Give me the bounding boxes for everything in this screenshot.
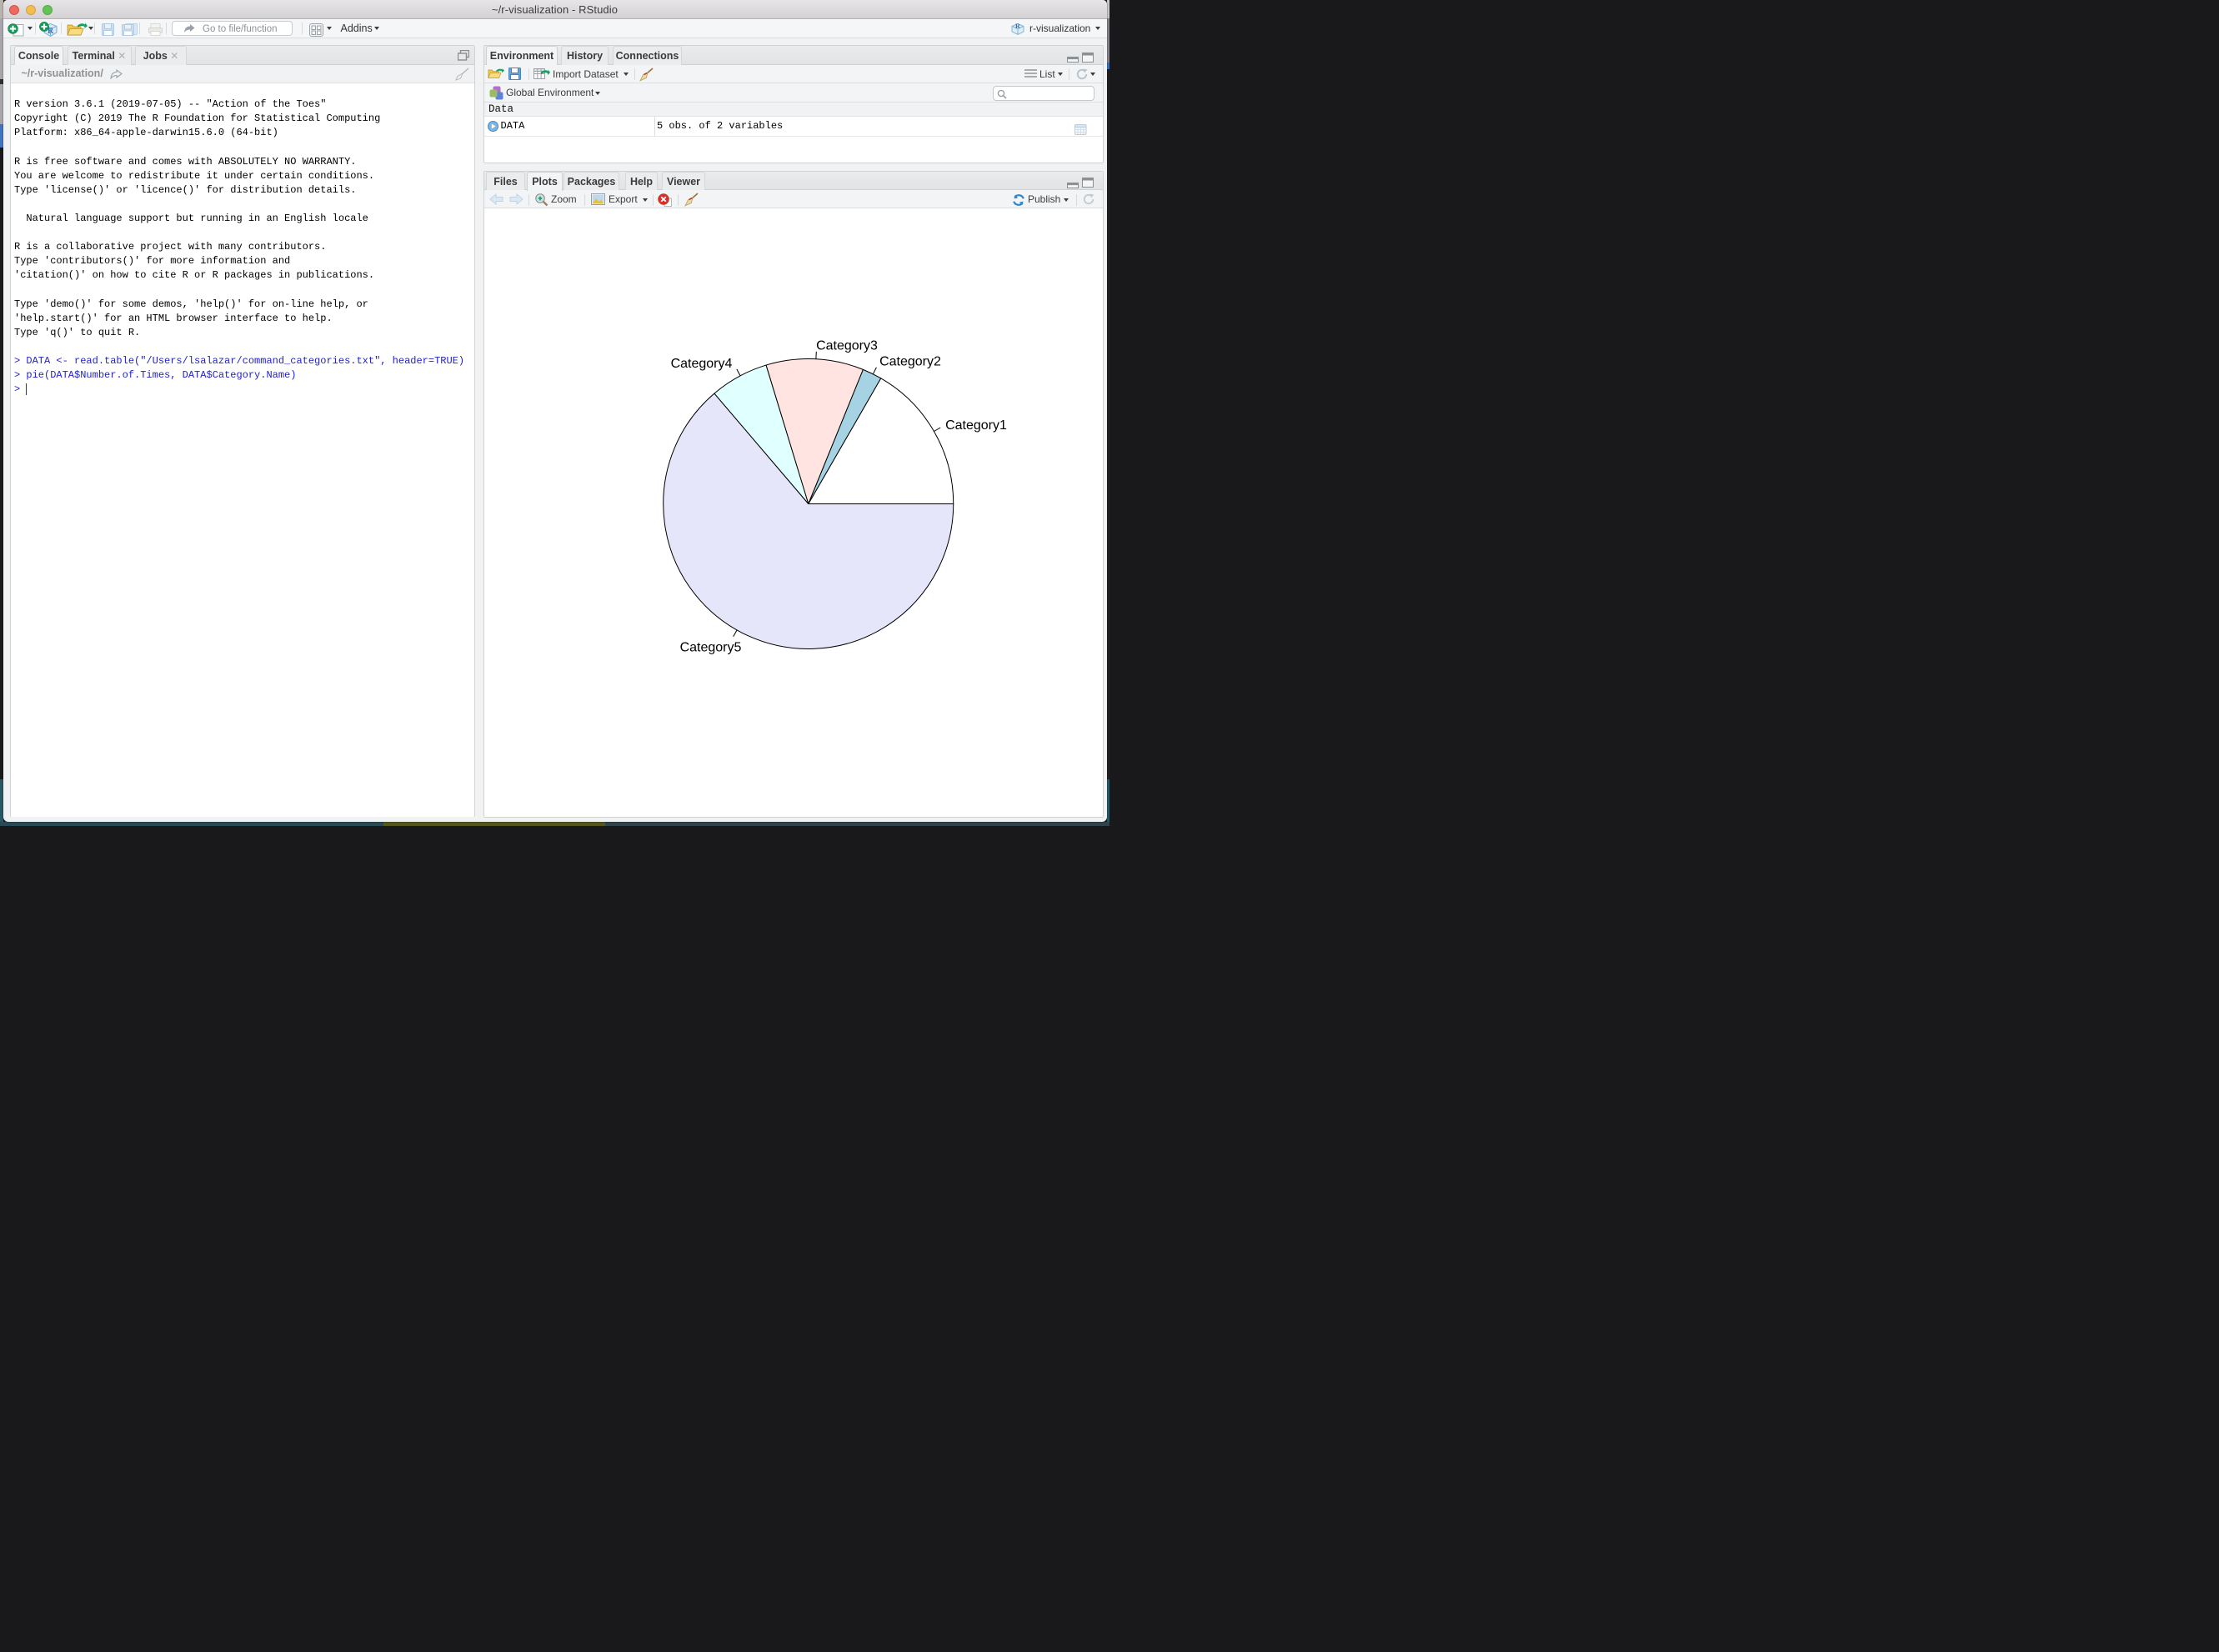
svg-text:Category2: Category2	[879, 355, 941, 369]
svg-text:Category5: Category5	[680, 641, 742, 655]
svg-text:Category3: Category3	[816, 338, 878, 353]
svg-text:Category1: Category1	[945, 418, 1007, 433]
svg-text:R: R	[1015, 23, 1020, 30]
svg-text:Category4: Category4	[671, 357, 733, 371]
